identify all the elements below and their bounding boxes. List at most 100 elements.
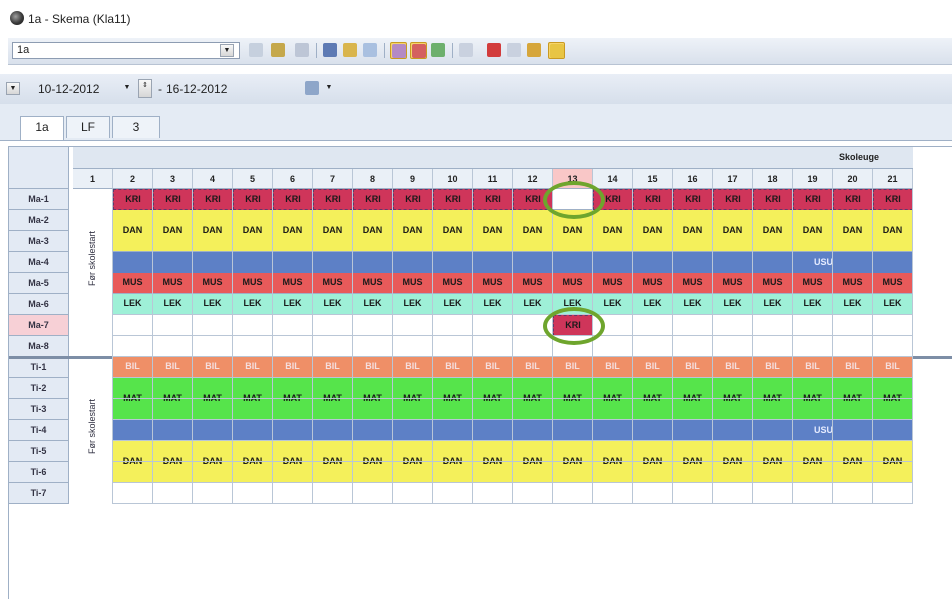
- lesson-lek[interactable]: LEK: [513, 294, 553, 315]
- lesson-bil[interactable]: BIL: [793, 357, 833, 378]
- date-spinner-icon[interactable]: ⇕: [138, 79, 152, 98]
- lesson-dan[interactable]: DAN: [113, 441, 153, 483]
- lesson-mat[interactable]: MAT: [153, 378, 193, 420]
- save-icon[interactable]: [322, 42, 339, 59]
- lesson-mat[interactable]: MAT: [473, 378, 513, 420]
- lesson-dan[interactable]: DAN: [313, 441, 353, 483]
- lesson-lek[interactable]: LEK: [193, 294, 233, 315]
- zoom-icon[interactable]: [506, 42, 523, 59]
- lesson-mus[interactable]: MUS: [833, 273, 873, 294]
- lesson-mat[interactable]: MAT: [633, 378, 673, 420]
- lesson-dan[interactable]: DAN: [193, 210, 233, 252]
- lesson-lek[interactable]: LEK: [233, 294, 273, 315]
- lesson-dan[interactable]: DAN: [153, 210, 193, 252]
- lesson-mus[interactable]: MUS: [473, 273, 513, 294]
- lesson-mus[interactable]: MUS: [433, 273, 473, 294]
- period-row-header[interactable]: Ma-1: [9, 189, 69, 210]
- lesson-bil[interactable]: BIL: [153, 357, 193, 378]
- lesson-bil[interactable]: BIL: [353, 357, 393, 378]
- lesson-dan[interactable]: DAN: [433, 210, 473, 252]
- class-selector-dropdown-icon[interactable]: ▼: [220, 44, 234, 57]
- lesson-dan[interactable]: DAN: [473, 210, 513, 252]
- settings-icon[interactable]: [526, 42, 543, 59]
- lesson-mus[interactable]: MUS: [353, 273, 393, 294]
- lesson-kri[interactable]: KRI: [793, 189, 833, 210]
- lesson-dan[interactable]: DAN: [593, 210, 633, 252]
- lesson-dan[interactable]: DAN: [233, 210, 273, 252]
- flag-icon[interactable]: [486, 42, 503, 59]
- lesson-kri[interactable]: KRI: [753, 189, 793, 210]
- lesson-dan[interactable]: DAN: [513, 210, 553, 252]
- lesson-lek[interactable]: LEK: [393, 294, 433, 315]
- tab-1a[interactable]: 1a: [20, 116, 64, 140]
- lesson-mat[interactable]: MAT: [393, 378, 433, 420]
- lesson-lek[interactable]: LEK: [113, 294, 153, 315]
- lesson-dan[interactable]: DAN: [113, 210, 153, 252]
- lesson-lek[interactable]: LEK: [793, 294, 833, 315]
- calendar-view-icon[interactable]: [304, 80, 321, 97]
- lesson-dan[interactable]: DAN: [273, 210, 313, 252]
- lesson-bil[interactable]: BIL: [273, 357, 313, 378]
- lesson-mus[interactable]: MUS: [633, 273, 673, 294]
- lesson-bil[interactable]: BIL: [473, 357, 513, 378]
- lesson-dan[interactable]: DAN: [793, 210, 833, 252]
- lesson-dan[interactable]: DAN: [353, 210, 393, 252]
- lesson-mus[interactable]: MUS: [593, 273, 633, 294]
- lesson-dan[interactable]: DAN: [233, 441, 273, 483]
- lesson-kri[interactable]: KRI: [633, 189, 673, 210]
- grid-icon[interactable]: [294, 42, 311, 59]
- lesson-mat[interactable]: MAT: [193, 378, 233, 420]
- lesson-bil[interactable]: BIL: [633, 357, 673, 378]
- lesson-dan[interactable]: DAN: [433, 441, 473, 483]
- lesson-kri[interactable]: KRI: [433, 189, 473, 210]
- lesson-dan[interactable]: DAN: [713, 441, 753, 483]
- lesson-mus[interactable]: MUS: [313, 273, 353, 294]
- class-selector[interactable]: 1a: [12, 42, 240, 59]
- lesson-lek[interactable]: LEK: [473, 294, 513, 315]
- lesson-mus[interactable]: MUS: [713, 273, 753, 294]
- lesson-mat[interactable]: MAT: [713, 378, 753, 420]
- lesson-lek[interactable]: LEK: [753, 294, 793, 315]
- period-row-header[interactable]: Ma-4: [9, 252, 69, 273]
- lesson-bil[interactable]: BIL: [833, 357, 873, 378]
- week-column-header[interactable]: 9: [393, 169, 433, 189]
- week-column-header[interactable]: 7: [313, 169, 353, 189]
- lesson-mat[interactable]: MAT: [513, 378, 553, 420]
- period-row-header[interactable]: Ti-6: [9, 462, 69, 483]
- week-column-header[interactable]: 19: [793, 169, 833, 189]
- week-column-header[interactable]: 21: [873, 169, 913, 189]
- lesson-dan[interactable]: DAN: [393, 441, 433, 483]
- lesson-mat[interactable]: MAT: [113, 378, 153, 420]
- week-column-header[interactable]: 5: [233, 169, 273, 189]
- lesson-mat[interactable]: MAT: [233, 378, 273, 420]
- lesson-dan[interactable]: DAN: [753, 210, 793, 252]
- lesson-mus[interactable]: MUS: [873, 273, 913, 294]
- lesson-mus[interactable]: MUS: [753, 273, 793, 294]
- week-column-header[interactable]: 10: [433, 169, 473, 189]
- week-column-header[interactable]: 1: [73, 169, 113, 189]
- lesson-mus[interactable]: MUS: [393, 273, 433, 294]
- lesson-dan[interactable]: DAN: [673, 210, 713, 252]
- lesson-bil[interactable]: BIL: [233, 357, 273, 378]
- lesson-dan[interactable]: DAN: [153, 441, 193, 483]
- week-column-header[interactable]: 14: [593, 169, 633, 189]
- lesson-kri[interactable]: KRI: [193, 189, 233, 210]
- lesson-mat[interactable]: MAT: [793, 378, 833, 420]
- lesson-kri[interactable]: KRI: [273, 189, 313, 210]
- lesson-kri[interactable]: KRI: [153, 189, 193, 210]
- lesson-lek[interactable]: LEK: [313, 294, 353, 315]
- lesson-mat[interactable]: MAT: [273, 378, 313, 420]
- week-column-header[interactable]: 20: [833, 169, 873, 189]
- lesson-bil[interactable]: BIL: [513, 357, 553, 378]
- lesson-kri[interactable]: KRI: [713, 189, 753, 210]
- lesson-dan[interactable]: DAN: [873, 441, 913, 483]
- period-row-header[interactable]: Ti-3: [9, 399, 69, 420]
- lesson-kri[interactable]: KRI: [113, 189, 153, 210]
- period-row-header[interactable]: Ti-5: [9, 441, 69, 462]
- lesson-lek[interactable]: LEK: [873, 294, 913, 315]
- lesson-mus[interactable]: MUS: [793, 273, 833, 294]
- mode-edit-icon[interactable]: [390, 42, 407, 59]
- lesson-mat[interactable]: MAT: [833, 378, 873, 420]
- lesson-kri[interactable]: KRI: [393, 189, 433, 210]
- spin-icon[interactable]: [248, 42, 265, 59]
